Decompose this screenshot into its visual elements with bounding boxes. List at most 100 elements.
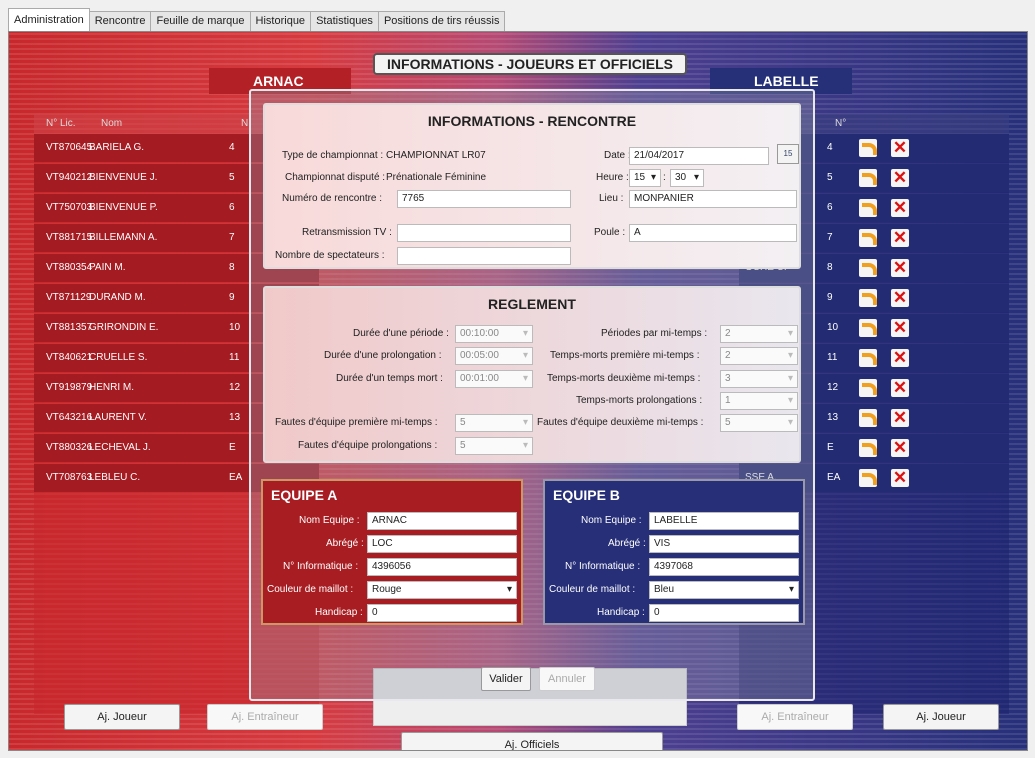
edit-icon[interactable]: [859, 199, 877, 217]
poule-input[interactable]: A: [629, 224, 797, 242]
add-coach-a-button[interactable]: Aj. Entraîneur: [207, 704, 323, 730]
delete-icon[interactable]: ✕: [891, 349, 909, 367]
player-number: 4: [827, 142, 833, 153]
tab-statistiques[interactable]: Statistiques: [310, 11, 379, 32]
annuler-button[interactable]: Annuler: [539, 667, 595, 691]
player-name: CRUELLE S.: [89, 352, 148, 363]
edit-icon[interactable]: [859, 259, 877, 277]
edit-icon[interactable]: [859, 319, 877, 337]
edit-icon[interactable]: [859, 169, 877, 187]
equipe-b-title: EQUIPE B: [553, 487, 620, 503]
retransmission-tv-input[interactable]: [397, 224, 571, 242]
equipe-b-info-label: N° Informatique :: [565, 561, 641, 572]
equipe-a-handicap-label: Handicap :: [315, 607, 363, 618]
fautes-prolongations-select[interactable]: 5: [455, 437, 533, 455]
tab-rencontre[interactable]: Rencontre: [88, 11, 152, 32]
championnat-dispute-value: Prénationale Féminine: [386, 172, 487, 183]
equipe-b-panel: EQUIPE B Nom Equipe : LABELLE Abrégé : V…: [543, 479, 805, 625]
delete-icon[interactable]: ✕: [891, 439, 909, 457]
heure-minutes-select[interactable]: 30: [670, 169, 704, 187]
valider-button[interactable]: Valider: [481, 667, 531, 691]
delete-icon[interactable]: ✕: [891, 379, 909, 397]
spectateurs-input[interactable]: [397, 247, 571, 265]
edit-icon[interactable]: [859, 139, 877, 157]
match-info-dialog: INFORMATIONS - RENCONTRE Type de champio…: [249, 89, 815, 701]
tm-deuxieme-select[interactable]: 3: [720, 370, 798, 388]
numero-rencontre-input[interactable]: 7765: [397, 190, 571, 208]
edit-icon[interactable]: [859, 379, 877, 397]
delete-icon[interactable]: ✕: [891, 469, 909, 487]
equipe-a-abrege-input[interactable]: LOC: [367, 535, 517, 553]
delete-icon[interactable]: ✕: [891, 139, 909, 157]
edit-icon[interactable]: [859, 229, 877, 247]
duree-temps-mort-select[interactable]: 00:01:00: [455, 370, 533, 388]
equipe-a-nom-label: Nom Equipe :: [299, 515, 360, 526]
equipe-b-abrege-input[interactable]: VIS: [649, 535, 799, 553]
delete-icon[interactable]: ✕: [891, 289, 909, 307]
add-coach-b-button[interactable]: Aj. Entraîneur: [737, 704, 853, 730]
player-name: BIENVENUE P.: [89, 202, 158, 213]
equipe-b-handicap-input[interactable]: 0: [649, 604, 799, 622]
edit-icon[interactable]: [859, 469, 877, 487]
tm-deuxieme-label: Temps-morts deuxième mi-temps :: [547, 373, 701, 384]
equipe-b-info-input[interactable]: 4397068: [649, 558, 799, 576]
col-nom-header: Nom: [101, 118, 123, 129]
player-licence: VT880326: [46, 442, 93, 453]
tm-premiere-select[interactable]: 2: [720, 347, 798, 365]
tm-prolongations-select[interactable]: 1: [720, 392, 798, 410]
page-title: INFORMATIONS - JOUEURS ET OFFICIELS: [373, 53, 687, 75]
edit-icon[interactable]: [859, 349, 877, 367]
delete-icon[interactable]: ✕: [891, 229, 909, 247]
delete-icon[interactable]: ✕: [891, 319, 909, 337]
equipe-a-nom-input[interactable]: ARNAC: [367, 512, 517, 530]
delete-icon[interactable]: ✕: [891, 409, 909, 427]
fautes-equipe-2-select[interactable]: 5: [720, 414, 798, 432]
lieu-input[interactable]: MONPANIER: [629, 190, 797, 208]
tab-administration[interactable]: Administration: [8, 8, 90, 32]
player-number: 9: [827, 292, 833, 303]
player-name: HENRI M.: [89, 382, 134, 393]
player-number: 11: [229, 352, 240, 363]
equipe-a-abrege-label: Abrégé :: [326, 538, 364, 549]
player-number: 11: [827, 352, 838, 363]
equipe-b-nom-label: Nom Equipe :: [581, 515, 642, 526]
calendar-icon[interactable]: 15: [777, 144, 799, 164]
add-player-a-button[interactable]: Aj. Joueur: [64, 704, 180, 730]
tab-positions-tirs[interactable]: Positions de tirs réussis: [377, 11, 506, 32]
edit-icon[interactable]: [859, 439, 877, 457]
player-number: 12: [229, 382, 241, 393]
tab-bar: Administration Rencontre Feuille de marq…: [8, 8, 506, 32]
player-number: E: [229, 442, 236, 453]
equipe-a-handicap-input[interactable]: 0: [367, 604, 517, 622]
equipe-a-maillot-select[interactable]: Rouge: [367, 581, 517, 599]
equipe-b-maillot-select[interactable]: Bleu: [649, 581, 799, 599]
player-name: GRIRONDIN E.: [89, 322, 159, 333]
fautes-equipe-1-select[interactable]: 5: [455, 414, 533, 432]
edit-icon[interactable]: [859, 409, 877, 427]
reglement-section: REGLEMENT Durée d'une période : 00:10:00…: [263, 286, 801, 463]
fautes-equipe-1-label: Fautes d'équipe première mi-temps :: [275, 417, 438, 428]
tab-historique[interactable]: Historique: [249, 11, 312, 32]
delete-icon[interactable]: ✕: [891, 199, 909, 217]
delete-icon[interactable]: ✕: [891, 259, 909, 277]
equipe-a-maillot-label: Couleur de maillot :: [267, 584, 354, 595]
heure-hours-select[interactable]: 15: [629, 169, 661, 187]
tab-feuille-de-marque[interactable]: Feuille de marque: [150, 11, 251, 32]
duree-periode-select[interactable]: 00:10:00: [455, 325, 533, 343]
player-licence: VT871129: [46, 292, 92, 303]
player-licence: VT940212: [46, 172, 93, 183]
championnat-dispute-label: Championnat disputé :: [285, 172, 386, 183]
add-officials-button[interactable]: Aj. Officiels: [401, 732, 663, 750]
equipe-a-info-input[interactable]: 4396056: [367, 558, 517, 576]
delete-icon[interactable]: ✕: [891, 169, 909, 187]
retransmission-tv-label: Retransmission TV :: [302, 227, 392, 238]
player-name: DURAND M.: [89, 292, 146, 303]
equipe-b-nom-input[interactable]: LABELLE: [649, 512, 799, 530]
date-input[interactable]: 21/04/2017: [629, 147, 769, 165]
edit-icon[interactable]: [859, 289, 877, 307]
duree-prolongation-select[interactable]: 00:05:00: [455, 347, 533, 365]
periodes-select[interactable]: 2: [720, 325, 798, 343]
duree-temps-mort-label: Durée d'un temps mort :: [336, 373, 443, 384]
add-player-b-button[interactable]: Aj. Joueur: [883, 704, 999, 730]
player-number: 13: [827, 412, 839, 423]
